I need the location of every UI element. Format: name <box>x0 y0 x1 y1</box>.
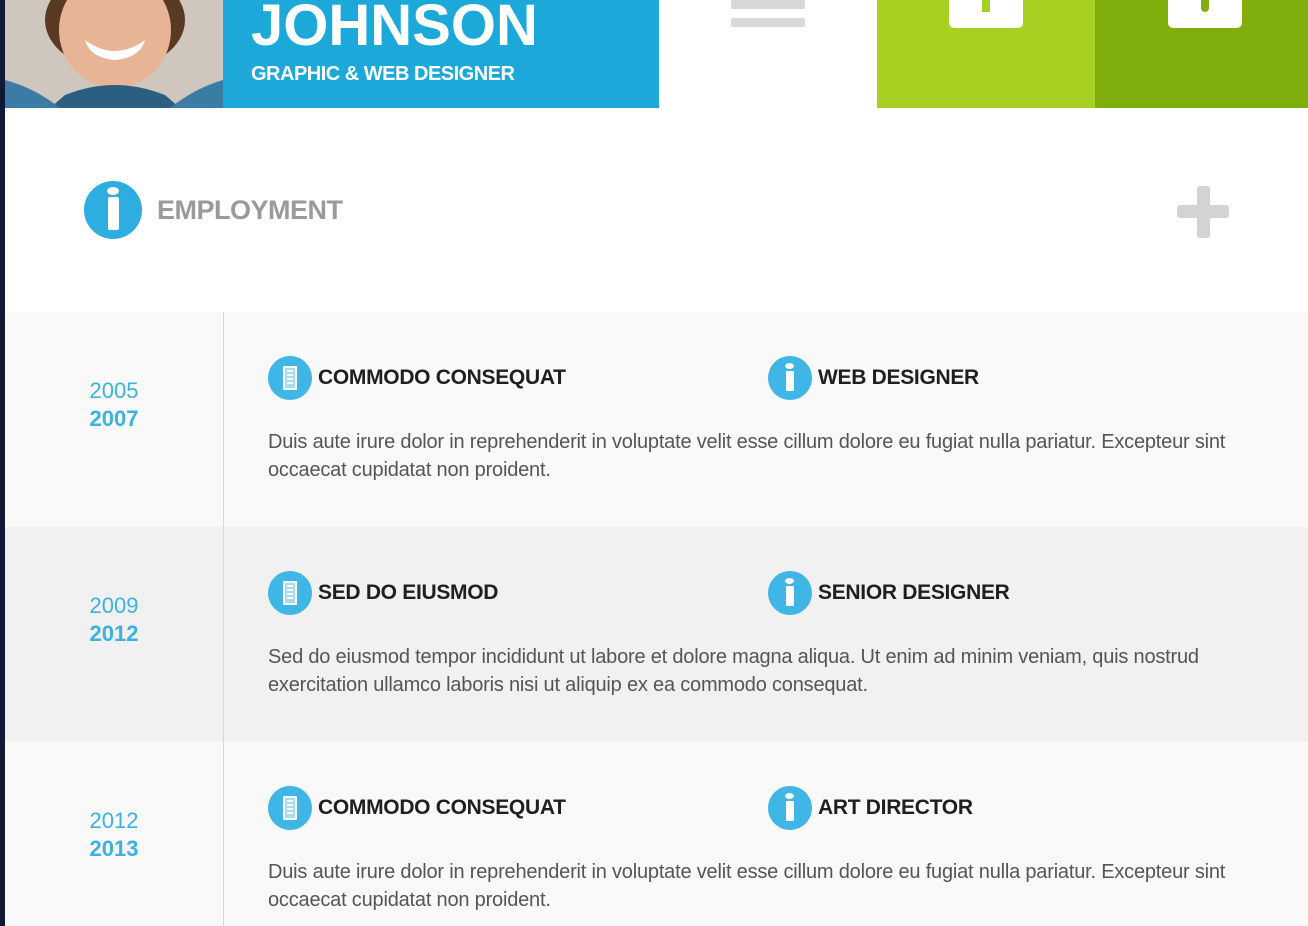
person-name: JOHNSON <box>251 0 538 58</box>
year-end: 2007 <box>89 406 139 431</box>
resume-page: JOHNSON GRAPHIC & WEB DESIGNER EMPLOYMEN… <box>5 0 1308 926</box>
timeline-divider <box>223 742 224 926</box>
timeline-row: 2005 2007 COMMODO CONSEQUAT WEB DESIGNER… <box>5 312 1308 527</box>
building-icon <box>268 786 312 830</box>
document-icon <box>949 0 1023 28</box>
job-description: Sed do eiusmod tempor incididunt ut labo… <box>268 646 1199 696</box>
company-name: COMMODO CONSEQUAT <box>318 796 566 819</box>
job-description: Duis aute irure dolor in reprehenderit i… <box>268 431 1226 481</box>
year-start: 2009 <box>89 593 139 618</box>
year-start: 2012 <box>89 808 139 833</box>
expand-plus-icon[interactable] <box>1177 186 1229 238</box>
nav-tile-contact[interactable] <box>1095 0 1308 108</box>
info-icon <box>768 356 812 400</box>
timeline-divider <box>223 312 224 527</box>
job-description: Duis aute irure dolor in reprehenderit i… <box>268 861 1226 911</box>
timeline-row: 2012 2013 COMMODO CONSEQUAT ART DIRECTOR… <box>5 742 1308 926</box>
timeline-row: 2009 2012 SED DO EIUSMOD SENIOR DESIGNER… <box>5 527 1308 742</box>
info-icon <box>84 181 142 239</box>
role-name: SENIOR DESIGNER <box>818 581 1010 604</box>
menu-toggle[interactable] <box>659 0 877 108</box>
role-name: WEB DESIGNER <box>818 366 979 389</box>
year-end: 2012 <box>89 621 139 646</box>
profile-photo <box>5 0 223 108</box>
building-icon <box>268 356 312 400</box>
info-icon <box>768 571 812 615</box>
year-range: 2012 2013 <box>5 807 223 863</box>
menu-bar-icon <box>731 0 805 9</box>
employment-timeline: 2005 2007 COMMODO CONSEQUAT WEB DESIGNER… <box>5 312 1308 926</box>
year-end: 2013 <box>89 836 139 861</box>
phone-icon <box>1168 0 1242 28</box>
company-name: SED DO EIUSMOD <box>318 581 499 604</box>
role-name: ART DIRECTOR <box>818 796 973 819</box>
nav-tile-document[interactable] <box>877 0 1095 108</box>
year-start: 2005 <box>89 378 139 403</box>
year-range: 2009 2012 <box>5 592 223 648</box>
job-title: GRAPHIC & WEB DESIGNER <box>251 63 515 85</box>
building-icon <box>268 571 312 615</box>
section-title: EMPLOYMENT <box>157 195 343 225</box>
employment-section-header: EMPLOYMENT <box>5 108 1308 312</box>
company-name: COMMODO CONSEQUAT <box>318 366 566 389</box>
info-icon <box>768 786 812 830</box>
header: JOHNSON GRAPHIC & WEB DESIGNER <box>5 0 1308 108</box>
year-range: 2005 2007 <box>5 377 223 433</box>
timeline-divider <box>223 527 224 742</box>
name-banner: JOHNSON GRAPHIC & WEB DESIGNER <box>223 0 659 108</box>
menu-bar-icon <box>731 18 805 27</box>
